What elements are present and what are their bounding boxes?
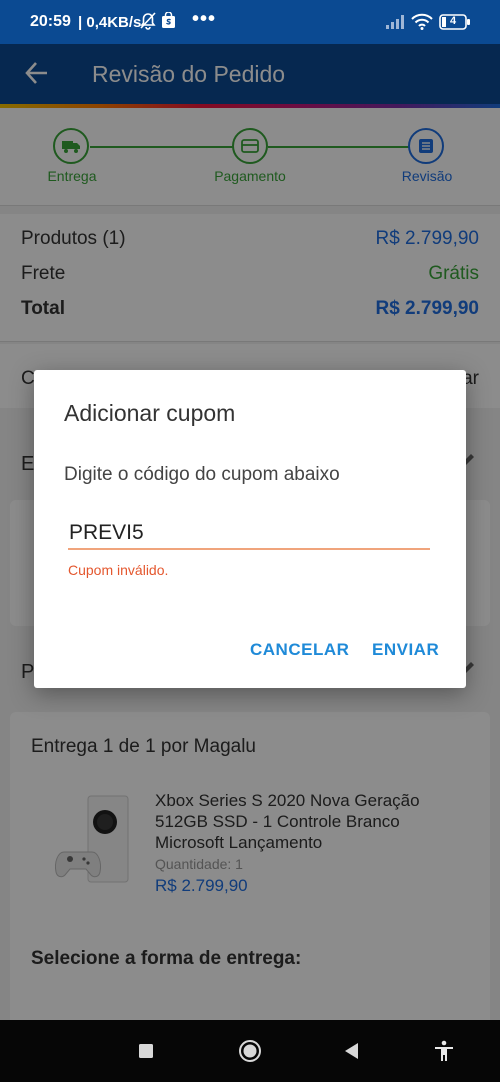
dialog-instruction: Digite o código do cupom abaixo [64,464,340,485]
battery-level: 4 [450,15,457,27]
system-nav-bar [0,1020,500,1082]
coupon-code-input[interactable] [68,518,430,550]
cancel-button[interactable]: CANCELAR [250,640,349,660]
send-button[interactable]: ENVIAR [372,640,439,660]
mute-bell-icon [140,12,156,35]
back-triangle-icon[interactable] [340,1039,364,1063]
recents-square-icon[interactable] [134,1039,158,1063]
status-net-speed: | 0,4KB/s [78,14,142,31]
signal-icon [386,15,406,34]
accessibility-icon[interactable] [432,1039,456,1063]
more-notifications-icon: ••• [192,8,217,30]
add-coupon-dialog: Adicionar cupom Digite o código do cupom… [34,370,466,688]
wifi-icon [411,13,433,35]
status-bar: 20:59 | 0,4KB/s ••• 4 [0,0,500,44]
status-time: 20:59 [30,13,71,30]
coupon-error-message: Cupom inválido. [68,562,169,578]
dialog-title: Adicionar cupom [64,400,236,426]
shopping-bag-icon [161,11,176,34]
home-circle-icon[interactable] [238,1039,262,1063]
